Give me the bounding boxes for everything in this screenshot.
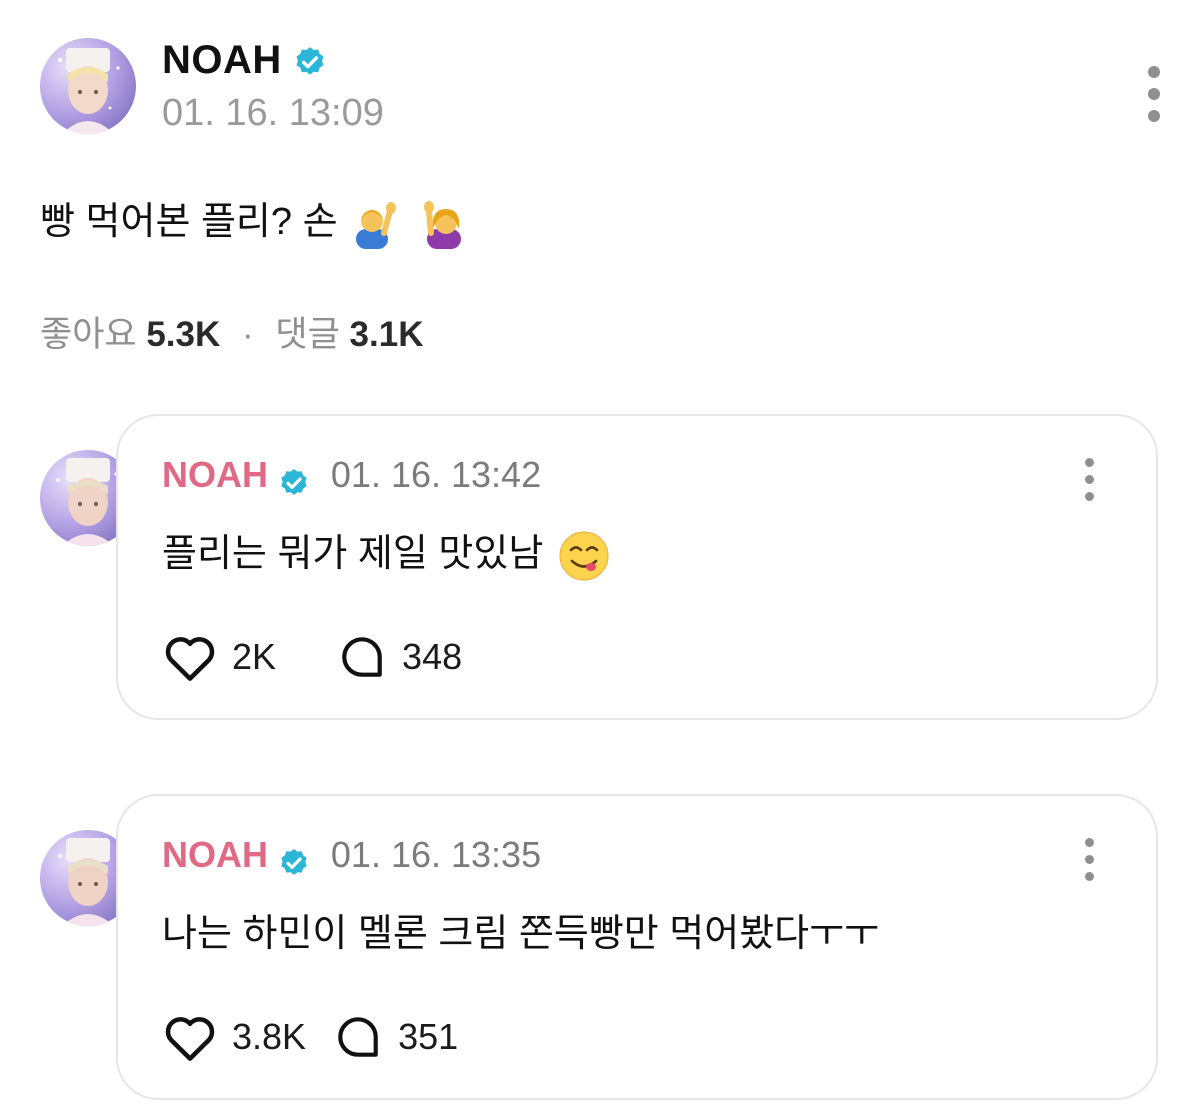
like-count: 3.8K: [232, 1016, 307, 1057]
reply-header: NOAH 01. 16. 13:42: [162, 454, 541, 499]
post-stats: 좋아요 5.3K · 댓글 3.1K: [40, 306, 423, 357]
reply-author-name[interactable]: NOAH: [162, 454, 268, 495]
reply-actions: 2K 348: [162, 632, 462, 682]
verified-badge-icon: [296, 47, 324, 76]
post-author-row: NOAH: [162, 38, 327, 83]
face-savoring-food-icon: [559, 531, 609, 581]
reply-timestamp: 01. 16. 13:35: [330, 834, 542, 875]
reply-text: 나는 하민이 멜론 크림 쫀득빵만 먹어봤다ㅜㅜ: [162, 913, 880, 955]
post-timestamp: 01. 16. 13:09: [162, 92, 384, 134]
post-author-name[interactable]: NOAH: [162, 38, 282, 82]
more-options-icon[interactable]: [1144, 66, 1164, 132]
reply-actions: 3.8K 351: [162, 1012, 458, 1062]
heart-icon: [165, 637, 215, 681]
reply-card[interactable]: NOAH 01. 16. 13:42 플리는 뭐가 제일 맛있남 2K 348: [116, 414, 1158, 720]
reply-author-name[interactable]: NOAH: [162, 834, 268, 875]
reply-text-row: 플리는 뭐가 제일 맛있남: [162, 522, 610, 582]
comment-count: 351: [398, 1016, 459, 1057]
reply-text-row: 나는 하민이 멜론 크림 쫀득빵만 먹어봤다ㅜㅜ: [162, 902, 879, 957]
post-text-row: 빵 먹어본 플리? 손: [40, 190, 469, 249]
verified-badge-icon: [281, 848, 308, 875]
woman-raising-hand-icon: [423, 200, 461, 249]
stats-separator: ·: [242, 315, 254, 354]
heart-icon: [165, 1017, 215, 1061]
man-raising-hand-icon: [356, 201, 397, 249]
like-button[interactable]: 3.8K: [162, 1012, 306, 1062]
likes-label[interactable]: 좋아요: [40, 315, 137, 354]
comments-count[interactable]: 3.1K: [350, 315, 424, 354]
likes-count[interactable]: 5.3K: [146, 315, 220, 354]
post-text: 빵 먹어본 플리? 손: [40, 201, 338, 243]
reply-text: 플리는 뭐가 제일 맛있남: [162, 533, 544, 575]
reply-more-options-icon[interactable]: [1082, 458, 1096, 509]
comments-label[interactable]: 댓글: [275, 315, 339, 354]
reply-header: NOAH 01. 16. 13:35: [162, 834, 541, 879]
comment-count: 348: [402, 636, 463, 677]
comment-bubble-icon: [342, 637, 382, 677]
like-count: 2K: [232, 636, 277, 677]
comment-button[interactable]: 348: [336, 632, 462, 682]
comment-button[interactable]: 351: [332, 1012, 458, 1062]
verified-badge-icon: [281, 468, 308, 495]
avatar-illustration: [58, 48, 120, 134]
like-button[interactable]: 2K: [162, 632, 276, 682]
avatar[interactable]: [40, 38, 136, 134]
reply-timestamp: 01. 16. 13:42: [330, 454, 542, 495]
comment-bubble-icon: [338, 1017, 378, 1057]
reply-card[interactable]: NOAH 01. 16. 13:35 나는 하민이 멜론 크림 쫀득빵만 먹어봤…: [116, 794, 1158, 1100]
reply-more-options-icon[interactable]: [1082, 838, 1096, 889]
